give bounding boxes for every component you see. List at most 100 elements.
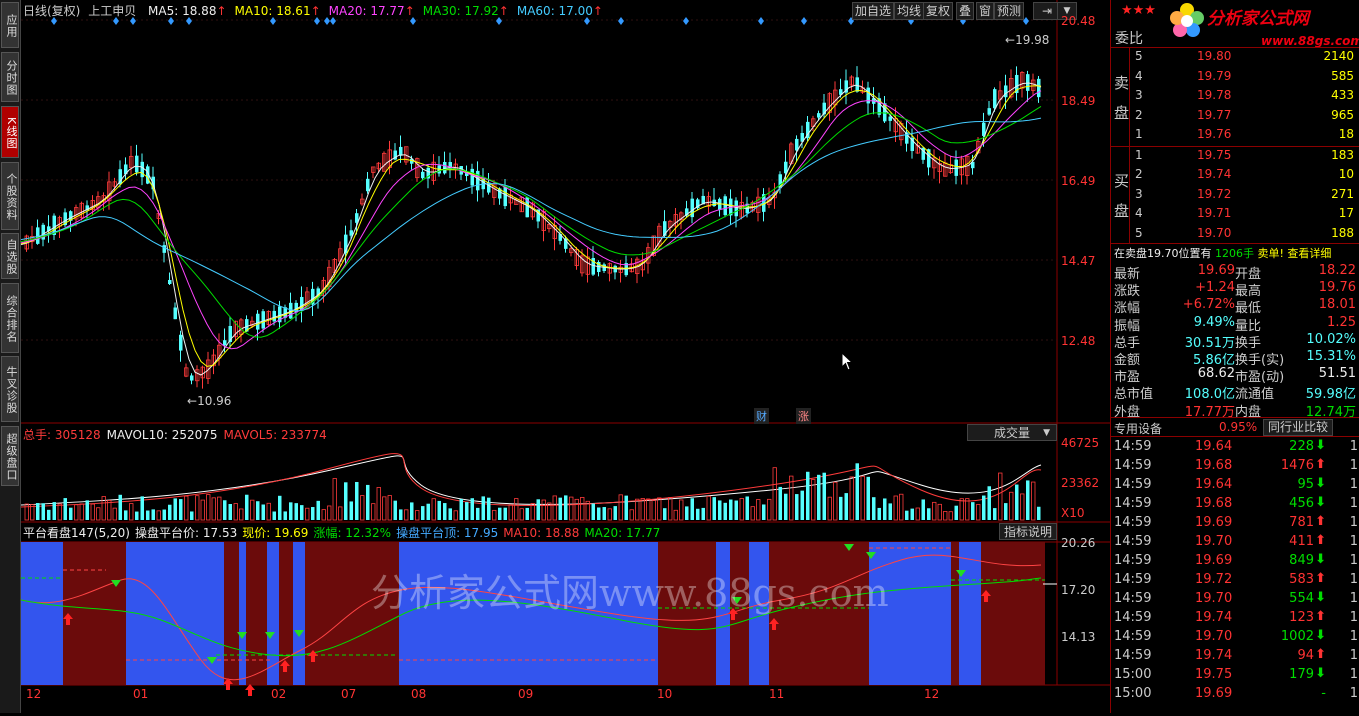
tick-row[interactable]: 14:59 19.70 411 ⬆ 1: [1111, 533, 1359, 551]
tick-time: 14:59: [1114, 648, 1152, 663]
tick-row[interactable]: 14:59 19.64 228 ⬇ 1: [1111, 438, 1359, 456]
up-arrow-icon: ↑: [498, 4, 509, 18]
tick-time: 14:59: [1114, 572, 1152, 587]
sell-level-row[interactable]: 2 19.77 965: [1111, 107, 1359, 125]
main-chart-legend: 日线(复权) 上工申贝 MA5: 18.88↑ MA10: 18.61↑ MA20:…: [23, 2, 603, 19]
volume-bar: [525, 507, 529, 520]
toolbar-button-4[interactable]: 窗: [976, 2, 995, 20]
toolbar-button-1[interactable]: 均线: [894, 2, 925, 20]
tick-volume: 94: [1297, 648, 1314, 663]
chevron-down-icon: ▼: [1043, 428, 1050, 438]
indicator-zone-block: [959, 542, 981, 685]
limit-up-event-tag[interactable]: 涨: [796, 408, 811, 424]
volume-bar: [800, 490, 804, 520]
tick-row[interactable]: 14:59 19.70 1002 ⬇ 1: [1111, 628, 1359, 646]
tick-row[interactable]: 14:59 19.69 849 ⬇ 1: [1111, 552, 1359, 570]
volume-indicator-selector[interactable]: 成交量 ▼: [967, 424, 1057, 441]
candle-body: [366, 178, 370, 192]
sell-level-price: 19.79: [1197, 68, 1232, 83]
volume-bar: [245, 494, 249, 520]
tick-count: 1: [1349, 534, 1358, 549]
tick-volume: 1002: [1280, 629, 1314, 644]
tick-count: 1: [1349, 610, 1358, 625]
tick-row[interactable]: 15:00 19.69 - 1: [1111, 685, 1359, 703]
volume-bar: [734, 500, 738, 520]
buy-level-row[interactable]: 1 19.75 183: [1111, 147, 1359, 165]
tick-row[interactable]: 14:59 19.68 456 ⬇ 1: [1111, 495, 1359, 513]
indicator-legend-6: MA20: 17.77: [584, 526, 661, 540]
volume-legend: 总手: 305128 MAVOL10: 252075 MAVOL5: 233774: [23, 426, 333, 443]
candle-body: [168, 279, 172, 285]
sidebar-tab-4[interactable]: 自选股: [1, 233, 19, 279]
sell-level-number: 2: [1135, 107, 1143, 122]
period-label[interactable]: 日线(复权): [23, 4, 80, 18]
buy-level-row[interactable]: 5 19.70 188: [1111, 225, 1359, 243]
tick-price: 19.74: [1195, 610, 1233, 625]
tick-count: 1: [1349, 477, 1358, 492]
tick-row[interactable]: 14:59 19.74 94 ⬆ 1: [1111, 647, 1359, 665]
tick-row[interactable]: 14:59 19.64 95 ⬇ 1: [1111, 476, 1359, 494]
tick-time: 14:59: [1114, 629, 1152, 644]
buy-level-volume: 10: [1338, 167, 1354, 182]
toolbar-button-2[interactable]: 复权: [923, 2, 954, 20]
volume-bar: [905, 510, 909, 520]
tick-price: 19.69: [1195, 515, 1233, 530]
sell-level-row[interactable]: 1 19.76 18: [1111, 126, 1359, 144]
volume-bar: [888, 503, 892, 520]
tick-time: 15:00: [1114, 686, 1152, 701]
volume-bar: [300, 505, 304, 520]
tick-row[interactable]: 14:59 19.72 583 ⬆ 1: [1111, 571, 1359, 589]
sell-level-row[interactable]: 5 19.80 2140: [1111, 48, 1359, 66]
volume-bar: [366, 484, 370, 520]
volume-axis-label-0: 46725: [1061, 436, 1100, 450]
candle-body: [179, 334, 183, 351]
volume-bar: [729, 499, 733, 520]
industry-compare-button[interactable]: 同行业比较: [1263, 419, 1334, 436]
industry-name[interactable]: 专用设备: [1114, 420, 1162, 437]
tick-count: 1: [1349, 439, 1358, 454]
finance-event-tag[interactable]: 财: [754, 408, 769, 424]
volume-bar: [558, 497, 562, 520]
buy-level-row[interactable]: 2 19.74 10: [1111, 166, 1359, 184]
candle-body: [503, 186, 507, 207]
volume-bar: [839, 496, 843, 520]
volume-bar: [971, 502, 975, 520]
sidebar-tab-1[interactable]: 分时图: [1, 52, 19, 102]
mouse-cursor-icon: [841, 352, 854, 371]
volume-bar: [503, 507, 507, 520]
toolbar-button-5[interactable]: 预测: [994, 2, 1025, 20]
buy-level-row[interactable]: 4 19.71 17: [1111, 205, 1359, 223]
toolbar-button-3[interactable]: 叠: [956, 2, 975, 20]
volume-bar: [443, 503, 447, 520]
buy-level-row[interactable]: 3 19.72 271: [1111, 186, 1359, 204]
stat-value: 15.31%: [1306, 349, 1356, 364]
sidebar-tab-2[interactable]: K线图: [1, 106, 19, 158]
sell-level-row[interactable]: 3 19.78 433: [1111, 87, 1359, 105]
sell-level-row[interactable]: 4 19.79 585: [1111, 68, 1359, 86]
ma-legend-4: MA60: 17.00: [516, 4, 593, 18]
sidebar-tab-6[interactable]: 牛叉诊股: [1, 356, 19, 422]
volume-bar: [712, 497, 716, 520]
sidebar-tab-5[interactable]: 综合排名: [1, 283, 19, 353]
big-order-notice[interactable]: 在卖盘19.70位置有 1206手 卖单! 查看详细: [1114, 245, 1331, 261]
tick-time: 14:59: [1114, 439, 1152, 454]
tick-row[interactable]: 14:59 19.68 1476 ⬆ 1: [1111, 457, 1359, 475]
tick-row[interactable]: 14:59 19.69 781 ⬆ 1: [1111, 514, 1359, 532]
volume-bar: [179, 499, 183, 520]
tick-row[interactable]: 14:59 19.74 123 ⬆ 1: [1111, 609, 1359, 627]
sidebar-tab-7[interactable]: 超级盘口: [1, 426, 19, 486]
toolbar-button-0[interactable]: 加自选: [852, 2, 895, 20]
buy-level-number: 2: [1135, 167, 1143, 182]
sell-level-number: 3: [1135, 88, 1143, 103]
candle-body: [470, 168, 474, 186]
volume-bar: [393, 500, 397, 520]
indicator-zone-block: [246, 542, 267, 685]
tick-row[interactable]: 15:00 19.75 179 ⬇ 1: [1111, 666, 1359, 684]
candle-body: [135, 155, 139, 173]
notice-detail-link[interactable]: 查看详细: [1287, 247, 1331, 260]
sidebar-tab-3[interactable]: 个股资料: [1, 162, 19, 230]
indicator-help-button[interactable]: 指标说明: [999, 523, 1057, 540]
tick-count: 1: [1349, 648, 1358, 663]
tick-row[interactable]: 14:59 19.70 554 ⬇ 1: [1111, 590, 1359, 608]
sidebar-tab-0[interactable]: 应用: [1, 2, 19, 48]
